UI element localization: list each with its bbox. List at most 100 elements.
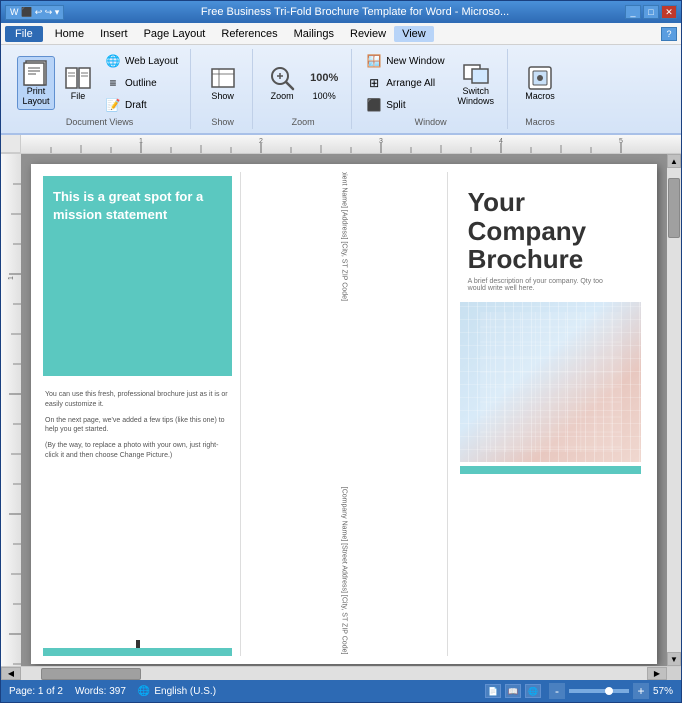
split-label: Split — [386, 100, 405, 111]
status-bar: Page: 1 of 2 Words: 397 🌐 English (U.S.)… — [1, 680, 681, 702]
left-body-text: You can use this fresh, professional bro… — [39, 380, 236, 465]
cursor-indicator — [136, 640, 140, 648]
mailings-menu[interactable]: Mailings — [286, 26, 342, 42]
arrange-icon: ⊞ — [366, 75, 382, 91]
page-status: Page: 1 of 2 — [9, 686, 63, 697]
minimize-button[interactable]: _ — [625, 5, 641, 19]
show-group: Show Show — [193, 49, 253, 129]
full-read-btn[interactable]: 📖 — [505, 684, 521, 698]
zoom-in-button[interactable]: + — [633, 683, 649, 699]
split-button[interactable]: ⬛ Split — [362, 95, 448, 115]
language-status: 🌐 English (U.S.) — [138, 686, 216, 697]
help-minimize[interactable]: ? — [661, 27, 677, 41]
scroll-down-arrow[interactable]: ▼ — [667, 652, 681, 666]
web-view-btn[interactable]: 🌐 — [525, 684, 541, 698]
zoom-slider-thumb[interactable] — [605, 687, 613, 695]
zoom-button[interactable]: Zoom — [263, 61, 301, 105]
body-text-3: (By the way, to replace a photo with you… — [45, 441, 230, 461]
view-menu[interactable]: View — [394, 26, 434, 42]
doc-views-label: Document Views — [66, 117, 133, 127]
page-layout-menu[interactable]: Page Layout — [136, 26, 214, 42]
switch-windows-button[interactable]: SwitchWindows — [453, 56, 500, 110]
horizontal-scrollbar: ◀ ▶ — [1, 666, 681, 680]
macros-buttons: Macros — [520, 51, 560, 115]
print-layout-label: PrintLayout — [22, 87, 49, 107]
review-menu[interactable]: Review — [342, 26, 394, 42]
scroll-thumb[interactable] — [668, 178, 680, 238]
h-scroll-thumb[interactable] — [41, 668, 141, 680]
address-top: [Recipient Name] [Address] [City, ST ZIP… — [338, 172, 349, 301]
building-overlay — [460, 302, 641, 462]
window-group: 🪟 New Window ⊞ Arrange All ⬛ Split — [354, 49, 508, 129]
document-page[interactable]: This is a great spot for a mission state… — [31, 164, 657, 664]
view-mode-buttons: 📄 📖 🌐 — [485, 684, 541, 698]
full-screen-reading-button[interactable]: File — [59, 61, 97, 105]
maximize-button[interactable]: □ — [643, 5, 659, 19]
content-area: 1 2 3 4 — [1, 135, 681, 680]
teal-bar-right — [460, 466, 641, 474]
language-icon: 🌐 — [138, 686, 150, 697]
ruler-svg: 1 2 3 4 — [21, 135, 681, 153]
body-text-2: On the next page, we've added a few tips… — [45, 416, 230, 436]
left-panel: This is a great spot for a mission state… — [39, 172, 236, 656]
address-bottom: [Company Name] [Street Address] [City, S… — [338, 487, 349, 655]
svg-text:4: 4 — [499, 138, 503, 145]
document-views-group: PrintLayout File — [9, 49, 191, 129]
title-bar: W ⬛ ↩ ↪ ▾ Free Business Tri-Fold Brochur… — [1, 1, 681, 23]
svg-text:3: 3 — [379, 138, 383, 145]
switch-windows-label: SwitchWindows — [458, 87, 495, 107]
page-view-btn[interactable]: 📄 — [485, 684, 501, 698]
home-menu[interactable]: Home — [47, 26, 92, 42]
scroll-up-arrow[interactable]: ▲ — [667, 154, 681, 168]
right-panel: YourCompanyBrochure A brief description … — [452, 172, 649, 656]
macros-button[interactable]: Macros — [520, 61, 560, 105]
vertical-scrollbar[interactable]: ▲ ▼ — [667, 154, 681, 666]
quick-access[interactable]: W ⬛ ↩ ↪ ▾ — [5, 5, 64, 20]
status-right: 📄 📖 🌐 - + 57% — [485, 683, 673, 699]
svg-text:1: 1 — [139, 138, 143, 145]
ribbon: PrintLayout File — [1, 45, 681, 135]
insert-menu[interactable]: Insert — [92, 26, 136, 42]
doc-view-buttons: PrintLayout File — [17, 51, 182, 115]
svg-text:5: 5 — [619, 138, 623, 145]
draft-label: Draft — [125, 100, 147, 111]
body-text-1: You can use this fresh, professional bro… — [45, 390, 230, 410]
close-button[interactable]: ✕ — [661, 5, 677, 19]
show-buttons: Show — [204, 51, 242, 115]
outline-label: Outline — [125, 78, 157, 89]
show-button[interactable]: Show — [204, 61, 242, 105]
new-window-button[interactable]: 🪟 New Window — [362, 51, 448, 71]
arrange-all-button[interactable]: ⊞ Arrange All — [362, 73, 448, 93]
language-text: English (U.S.) — [154, 686, 216, 697]
show-label: Show — [211, 92, 234, 102]
references-menu[interactable]: References — [213, 26, 285, 42]
app-window: W ⬛ ↩ ↪ ▾ Free Business Tri-Fold Brochur… — [0, 0, 682, 703]
outline-button[interactable]: ≡ Outline — [101, 73, 182, 93]
words-status: Words: 397 — [75, 686, 126, 697]
file-menu[interactable]: File — [5, 26, 43, 42]
macros-group-label: Macros — [525, 117, 555, 127]
zoom-out-button[interactable]: - — [549, 683, 565, 699]
zoom-100-button[interactable]: 100% 100% — [305, 61, 343, 105]
svg-text:2: 2 — [259, 138, 263, 145]
scroll-right-arrow[interactable]: ▶ — [647, 667, 667, 680]
draft-button[interactable]: 📝 Draft — [101, 95, 182, 115]
web-layout-button[interactable]: 🌐 Web Layout — [101, 51, 182, 71]
window-buttons: 🪟 New Window ⊞ Arrange All ⬛ Split — [362, 51, 499, 115]
scroll-track[interactable] — [667, 168, 681, 652]
panel-divider-2 — [447, 172, 448, 656]
zoom-slider[interactable] — [569, 689, 629, 693]
scroll-left-arrow[interactable]: ◀ — [1, 667, 21, 680]
full-screen-icon — [64, 64, 92, 92]
panel-divider-1 — [240, 172, 241, 656]
middle-panel: [Recipient Name] [Address] [City, ST ZIP… — [245, 172, 442, 656]
scroll-corner — [667, 667, 681, 680]
h-scroll-track[interactable] — [21, 667, 647, 680]
tagline: A brief description of your company. Qty… — [468, 278, 633, 292]
title-bar-controls: _ □ ✕ — [625, 5, 677, 19]
title-bar-text: Free Business Tri-Fold Brochure Template… — [85, 6, 625, 18]
print-layout-button[interactable]: PrintLayout — [17, 56, 55, 110]
macros-icon — [526, 64, 554, 92]
svg-text:1: 1 — [8, 276, 15, 280]
web-layout-icon: 🌐 — [105, 53, 121, 69]
